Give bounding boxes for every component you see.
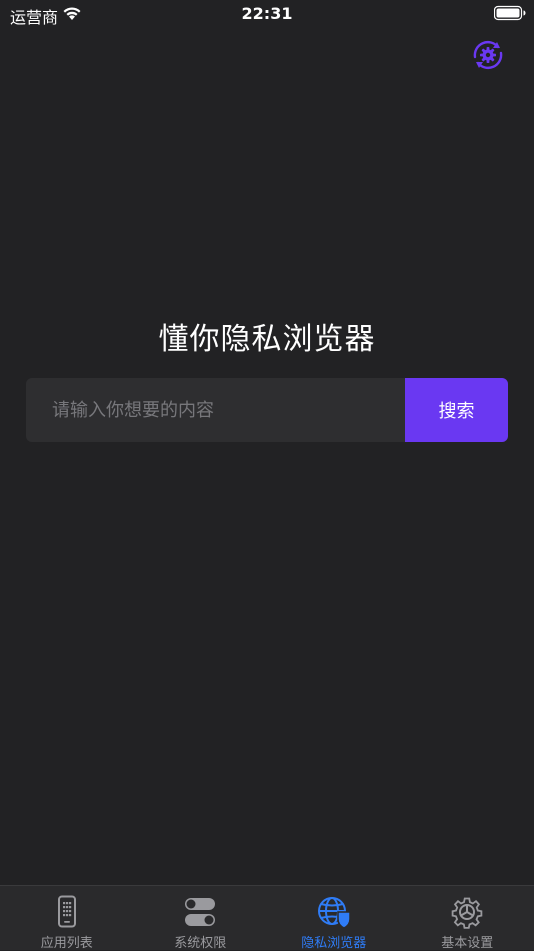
search-input[interactable]: [26, 378, 405, 442]
status-bar: 运营商 22:31: [0, 0, 534, 30]
tab-label: 应用列表: [0, 932, 134, 951]
toggle-switches-icon: [182, 895, 218, 929]
globe-shield-icon: [316, 895, 352, 929]
search-bar: 搜索: [26, 378, 508, 442]
gear-icon: [449, 895, 485, 929]
status-time: 22:31: [0, 4, 534, 23]
battery-icon: [494, 5, 526, 21]
tab-basic-settings[interactable]: 基本设置: [401, 886, 534, 951]
tab-app-list[interactable]: 应用列表: [0, 886, 134, 951]
tab-label: 系统权限: [134, 932, 268, 951]
tab-system-permissions[interactable]: 系统权限: [134, 886, 268, 951]
page-title: 懂你隐私浏览器: [0, 314, 534, 358]
tab-label: 基本设置: [401, 932, 534, 951]
search-button[interactable]: 搜索: [405, 378, 508, 442]
tab-bar: 应用列表 系统权限 隐私浏览器: [0, 885, 534, 950]
tab-privacy-browser[interactable]: 隐私浏览器: [267, 886, 401, 951]
refresh-settings-icon[interactable]: [469, 37, 507, 73]
phone-grid-icon: [49, 895, 85, 929]
tab-label: 隐私浏览器: [267, 932, 401, 951]
